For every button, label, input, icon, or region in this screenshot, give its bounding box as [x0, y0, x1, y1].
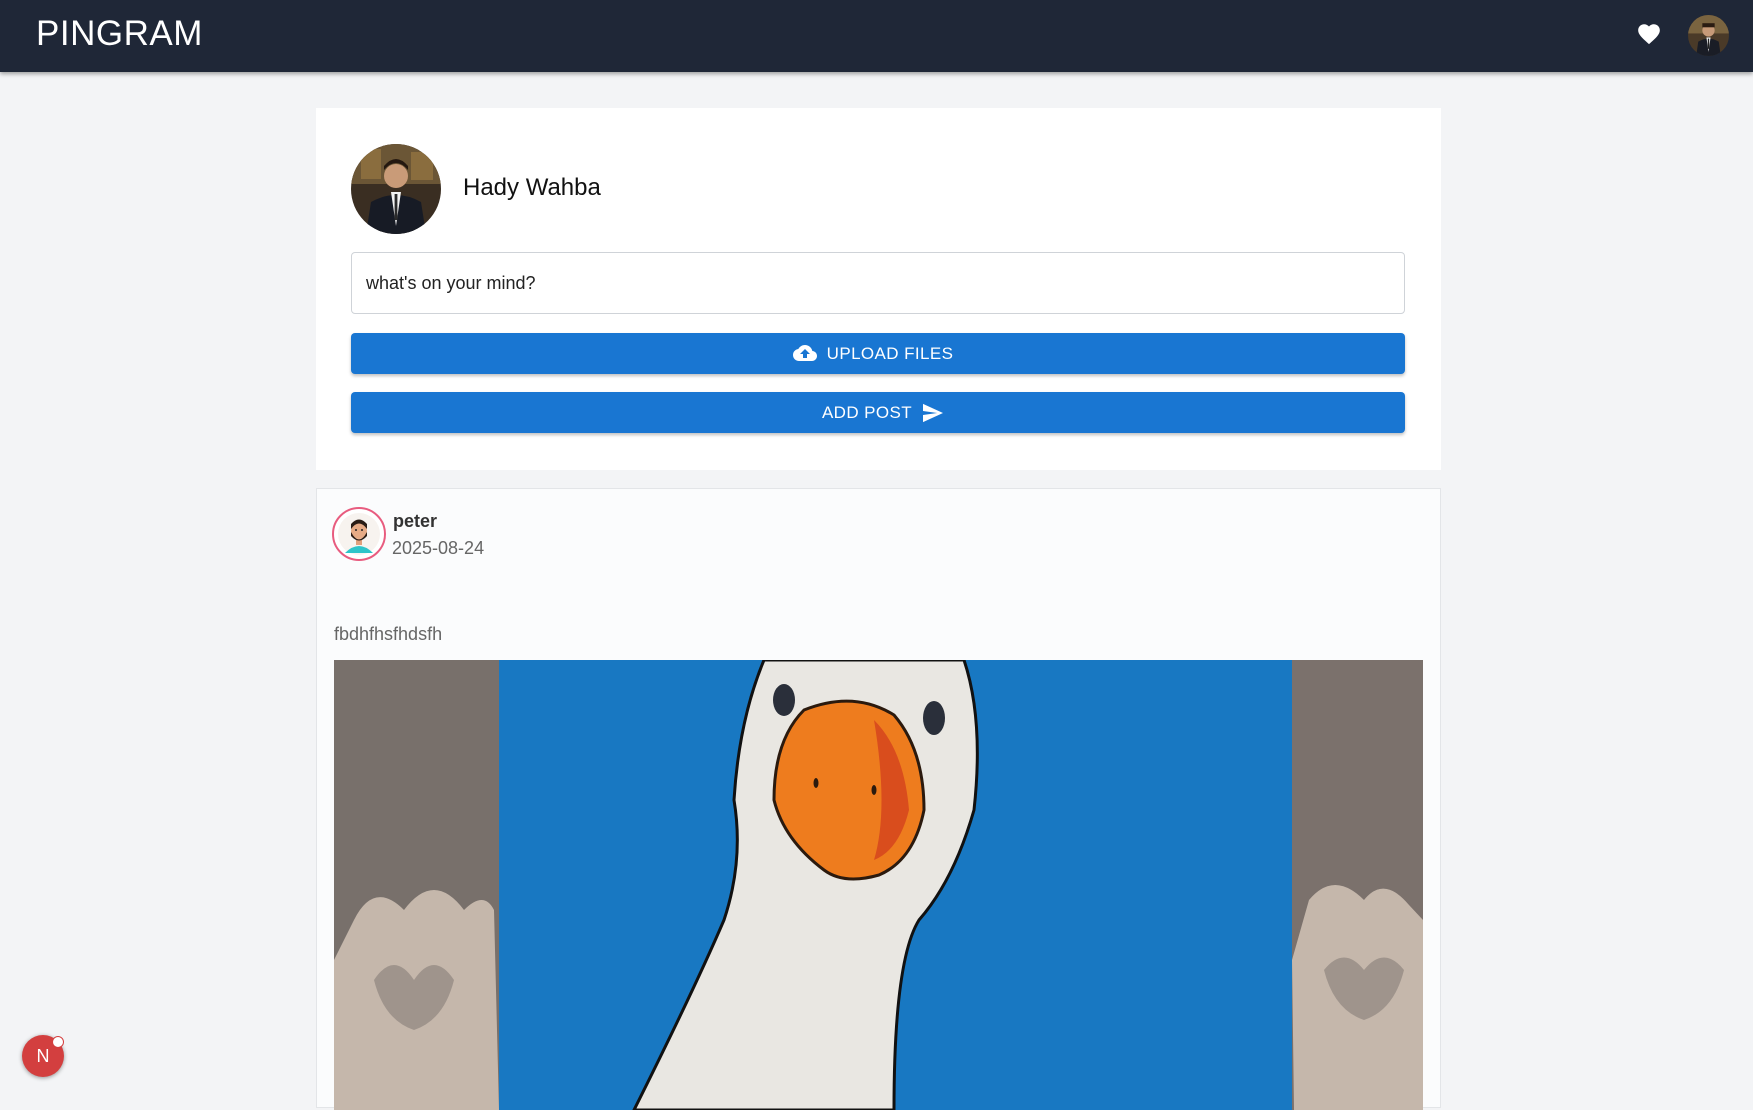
heart-icon[interactable] [1636, 21, 1662, 47]
user-avatar [351, 144, 441, 234]
post-text-input[interactable] [351, 252, 1405, 314]
profile-avatar-button[interactable] [1688, 15, 1729, 56]
send-icon [922, 403, 944, 423]
top-navbar: PINGRAM [0, 0, 1753, 72]
post-card: peter 2025-08-24 fbdhfhsfhdsfh [316, 488, 1441, 1110]
post-text: fbdhfhsfhdsfh [334, 624, 443, 644]
post-date: 2025-08-24 [392, 538, 485, 558]
create-post-card: Hady Wahba UPLOAD FILES ADD POST [316, 108, 1441, 470]
upload-files-button[interactable]: UPLOAD FILES [351, 333, 1405, 374]
post-image[interactable] [334, 660, 1423, 1110]
post-author-name[interactable]: peter [393, 511, 437, 532]
cloud-upload-icon [792, 344, 817, 364]
add-post-label: ADD POST [821, 402, 913, 422]
user-name: Hady Wahba [463, 174, 601, 201]
post-author-avatar[interactable] [332, 507, 386, 561]
notification-dot-icon [52, 1036, 64, 1048]
dev-tools-badge[interactable]: N [22, 1035, 64, 1077]
add-post-button[interactable]: ADD POST [351, 392, 1405, 433]
dev-badge-letter: N [36, 1045, 50, 1066]
upload-files-label: UPLOAD FILES [826, 343, 954, 363]
brand-logo[interactable]: PINGRAM [36, 14, 203, 54]
